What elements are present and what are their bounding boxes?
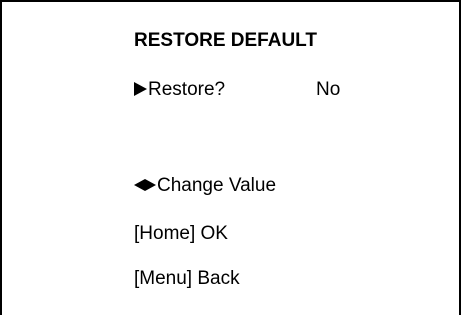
right-triangle-icon <box>134 82 147 96</box>
menu-back-hint: [Menu] Back <box>134 268 240 289</box>
left-arrow-icon <box>134 179 145 191</box>
osd-menu-frame: RESTORE DEFAULT Restore? No Change Value… <box>0 0 461 315</box>
menu-title: RESTORE DEFAULT <box>134 30 317 51</box>
restore-option-value[interactable]: No <box>316 79 340 101</box>
restore-option-label: Restore? <box>148 79 226 100</box>
change-value-hint: Change Value <box>134 175 276 197</box>
restore-option[interactable]: Restore? <box>134 79 225 101</box>
restore-option-row[interactable]: Restore? No <box>134 79 394 101</box>
right-arrow-icon <box>145 179 156 191</box>
home-ok-hint: [Home] OK <box>134 223 228 244</box>
change-value-label: Change Value <box>157 175 277 196</box>
